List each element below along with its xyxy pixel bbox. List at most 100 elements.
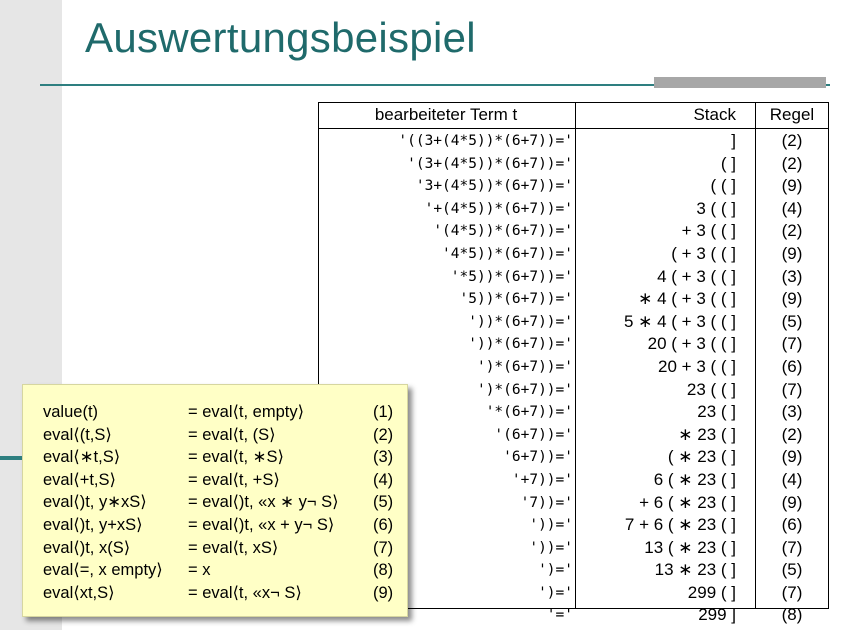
rule-number: (3) bbox=[373, 448, 394, 467]
rule-lhs: eval⟨)t, y∗xS⟩ bbox=[43, 493, 147, 512]
rule-number: (2) bbox=[373, 425, 394, 444]
rule-cell: (9) bbox=[781, 243, 803, 263]
left-accent-line bbox=[0, 456, 24, 460]
term-cell: '*5))*(6+7))=' bbox=[450, 268, 573, 285]
rule-rhs: = eval⟨t, empty⟩ bbox=[188, 403, 305, 421]
header-rule: Regel bbox=[769, 105, 815, 124]
rule-number: (1) bbox=[373, 403, 394, 421]
rule-cell: (3) bbox=[781, 402, 803, 422]
rule-cell: (7) bbox=[781, 334, 803, 354]
term-cell: '3+(4*5))*(6+7))=' bbox=[415, 178, 573, 195]
table-row: '4*5))*(6+7))=' ( + 3 ( ( ] (9) bbox=[319, 243, 828, 266]
term-cell: ')*(6+7))=' bbox=[476, 358, 573, 375]
stack-cell: 5 ∗ 4 ( + 3 ( ( ] bbox=[623, 311, 736, 331]
stack-cell: ∗ 23 ( ] bbox=[678, 424, 736, 444]
term-cell: '(4*5))*(6+7))=' bbox=[433, 223, 573, 240]
stack-cell: ( ∗ 23 ( ] bbox=[667, 447, 736, 467]
stack-cell: 20 + 3 ( ( ] bbox=[658, 356, 736, 376]
rule-rhs: = eval⟨t, xS⟩ bbox=[188, 538, 279, 557]
rule-cell: (5) bbox=[781, 311, 803, 331]
stack-cell: 299 ( ] bbox=[687, 582, 736, 602]
rule-lhs: eval⟨xt,S⟩ bbox=[43, 583, 115, 602]
rule-cell: (7) bbox=[781, 537, 803, 557]
stack-cell: ∗ 4 ( + 3 ( ( ] bbox=[638, 289, 736, 309]
rule-rhs: = eval⟨t, «x¬ S⟩ bbox=[188, 583, 302, 602]
rule-cell: (5) bbox=[781, 560, 803, 580]
rules-callout: value(t) = eval⟨t, empty⟩ (1) eval⟨(t,S⟩ = e… bbox=[22, 384, 408, 617]
rule-lhs: eval⟨)t, y+xS⟩ bbox=[43, 515, 143, 534]
rule-cell: (3) bbox=[781, 266, 803, 286]
term-cell: '((3+(4*5))*(6+7))=' bbox=[398, 133, 573, 149]
table-row: ')*(6+7))=' 20 + 3 ( ( ] (6) bbox=[319, 356, 828, 379]
table-row: '))*(6+7))=' 5 ∗ 4 ( + 3 ( ( ] (5) bbox=[319, 311, 828, 334]
table-row: '(3+(4*5))*(6+7))=' ( ] (2) bbox=[319, 153, 828, 176]
rule-lhs: eval⟨(t,S⟩ bbox=[43, 425, 112, 444]
header-stack: Stack bbox=[693, 105, 736, 124]
rule-number: (7) bbox=[373, 538, 394, 557]
rule-cell: (2) bbox=[781, 131, 803, 150]
term-cell: '(3+(4*5))*(6+7))=' bbox=[407, 155, 573, 172]
term-cell: '))*(6+7))=' bbox=[468, 336, 573, 353]
rule-cell: (8) bbox=[781, 605, 803, 625]
term-cell: '4*5))*(6+7))=' bbox=[442, 245, 573, 262]
rule-lhs: eval⟨)t, x(S⟩ bbox=[43, 538, 131, 557]
rule-cell: (6) bbox=[781, 515, 803, 535]
rule-rhs: = eval⟨t, +S⟩ bbox=[188, 470, 280, 489]
stack-cell: 23 ( ] bbox=[697, 402, 736, 422]
rule-number: (5) bbox=[373, 493, 394, 512]
rule-lhs: value(t) bbox=[43, 403, 99, 421]
rule-cell: (9) bbox=[781, 492, 803, 512]
stack-cell: ( ( ] bbox=[710, 176, 737, 196]
stack-cell: ] bbox=[731, 131, 736, 150]
rule-cell: (6) bbox=[781, 356, 803, 376]
rule-cell: (9) bbox=[781, 176, 803, 196]
rule-number: (8) bbox=[373, 561, 394, 580]
rule-cell: (2) bbox=[781, 153, 803, 173]
rule-number: (4) bbox=[373, 470, 394, 489]
stack-cell: 13 ( ∗ 23 ( ] bbox=[644, 537, 736, 557]
rule-number: (6) bbox=[373, 515, 394, 534]
rule-cell: (4) bbox=[781, 469, 803, 489]
stack-cell: 299 ] bbox=[698, 605, 736, 625]
term-cell: '5))*(6+7))=' bbox=[459, 291, 574, 308]
rule-lhs: eval⟨+t,S⟩ bbox=[43, 470, 116, 489]
table-row: '(4*5))*(6+7))=' + 3 ( ( ] (2) bbox=[319, 220, 828, 243]
table-row: '*5))*(6+7))=' 4 ( + 3 ( ( ] (3) bbox=[319, 266, 828, 289]
rule-rhs: = eval⟨)t, «x + y¬ S⟩ bbox=[188, 515, 335, 534]
table-row: '((3+(4*5))*(6+7))='] (2) bbox=[319, 130, 828, 153]
rule-cell: (2) bbox=[781, 221, 803, 241]
stack-cell: 4 ( + 3 ( ( ] bbox=[657, 266, 736, 286]
stack-cell: 13 ∗ 23 ( ] bbox=[654, 560, 736, 580]
stack-cell: ( ] bbox=[720, 153, 736, 173]
rule-cell: (7) bbox=[781, 379, 803, 399]
term-cell: '+(4*5))*(6+7))=' bbox=[424, 200, 573, 217]
table-row: '))*(6+7))=' 20 ( + 3 ( ( ] (7) bbox=[319, 333, 828, 356]
rule-cell: (7) bbox=[781, 582, 803, 602]
rule-rhs: = eval⟨t, ∗S⟩ bbox=[188, 448, 284, 467]
rule-lhs: eval⟨=, x empty⟩ bbox=[43, 561, 163, 580]
stack-cell: 23 ( ( ] bbox=[686, 379, 736, 399]
rule-cell: (9) bbox=[781, 289, 803, 309]
stack-cell: 20 ( + 3 ( ( ] bbox=[647, 334, 736, 354]
table-row: '3+(4*5))*(6+7))=' ( ( ] (9) bbox=[319, 175, 828, 198]
rule-rhs: = x bbox=[188, 561, 211, 580]
stack-cell: 3 ( ( ] bbox=[696, 198, 736, 218]
rule-cell: (4) bbox=[781, 198, 803, 218]
rule-number: (9) bbox=[373, 583, 394, 602]
rule-rhs: = eval⟨t, (S⟩ bbox=[188, 425, 276, 444]
stack-cell: 7 + 6 ( ∗ 23 ( ] bbox=[624, 515, 736, 535]
slide-title: Auswertungsbeispiel bbox=[85, 14, 476, 61]
table-row: '5))*(6+7))=' ∗ 4 ( + 3 ( ( ] (9) bbox=[319, 288, 828, 311]
rule-rhs: = eval⟨)t, «x ∗ y¬ S⟩ bbox=[188, 493, 339, 512]
table-row: '+(4*5))*(6+7))=' 3 ( ( ] (4) bbox=[319, 198, 828, 221]
header-divider bbox=[319, 128, 828, 129]
stack-cell: ( + 3 ( ( ] bbox=[671, 243, 736, 263]
stack-cell: + 3 ( ( ] bbox=[681, 221, 736, 241]
term-cell: '))*(6+7))=' bbox=[468, 313, 573, 330]
rule-cell: (9) bbox=[781, 447, 803, 467]
header-term: bearbeiteter Term t bbox=[374, 105, 518, 124]
rule-lhs: eval⟨∗t,S⟩ bbox=[43, 448, 121, 467]
stack-cell: 6 ( ∗ 23 ( ] bbox=[653, 469, 736, 489]
decorative-gray-bar bbox=[654, 77, 826, 88]
stack-cell: + 6 ( ∗ 23 ( ] bbox=[639, 492, 736, 512]
